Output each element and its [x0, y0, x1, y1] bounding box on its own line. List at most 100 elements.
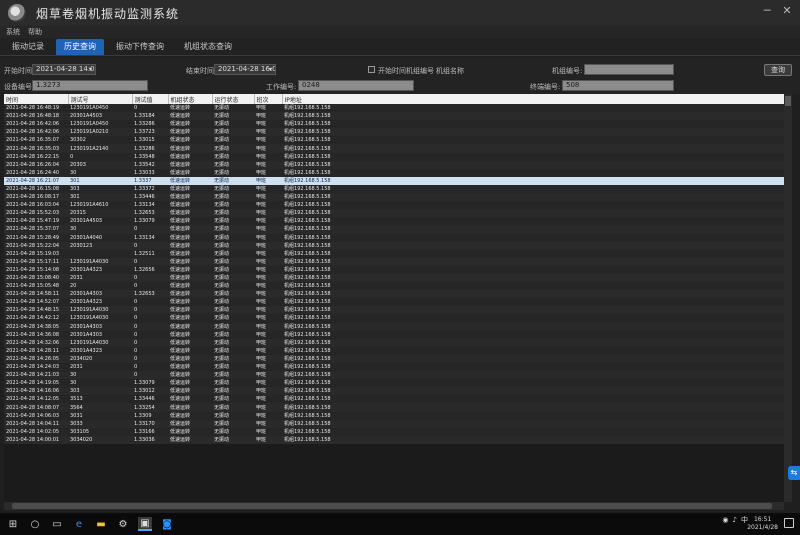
- menu-item-system[interactable]: 系统: [6, 27, 20, 37]
- table-row[interactable]: 2021-04-28 14:02:05 303105 1.33166 低速运转 无振动 甲…: [4, 427, 784, 436]
- scroll-thumb[interactable]: [12, 503, 772, 509]
- table-row[interactable]: 2021-04-28 16:26:04 20303 1.33542 低速运转 无振动 甲班…: [4, 160, 784, 169]
- table-row[interactable]: 2021-04-28 14:52:07 20301A4323 0 低速运转 无振动 甲班 机…: [4, 298, 784, 307]
- table-row[interactable]: 2021-04-28 16:21:07 301 1.3337 低速运转 无振动 甲班 机组1…: [4, 176, 784, 185]
- table-cell: 甲班: [256, 412, 267, 419]
- notification-icon[interactable]: [784, 518, 794, 528]
- tab-vibration-download[interactable]: 振动下传查询: [108, 39, 172, 55]
- search-icon[interactable]: ○: [28, 517, 42, 531]
- table-cell: 低速运转: [170, 121, 191, 128]
- table-row[interactable]: 2021-04-28 14:04:11 3033 1.33170 低速运转 无振动 甲班 机…: [4, 419, 784, 428]
- minimize-icon[interactable]: ─: [760, 4, 774, 17]
- windows-start-icon[interactable]: ⊞: [6, 517, 20, 531]
- table-row[interactable]: 2021-04-28 14:16:06 303 1.33012 低速运转 无振动 甲班 机组…: [4, 387, 784, 396]
- settings-gear-icon[interactable]: ⚙: [116, 517, 130, 531]
- column-header-test-no[interactable]: 测试号: [68, 94, 133, 104]
- tab-vibration-record[interactable]: 振动记录: [4, 39, 52, 55]
- device-number-input[interactable]: 1.3273: [32, 80, 148, 91]
- table-cell: 甲班: [256, 161, 267, 168]
- scroll-thumb[interactable]: [785, 96, 791, 106]
- start-time-picker[interactable]: 2021-04-28 14:00 ▾: [32, 64, 96, 75]
- table-row[interactable]: 2021-04-28 16:15:08 303 1.33372 低速运转 无振动 甲班 机组…: [4, 184, 784, 194]
- column-header-time[interactable]: 时间: [4, 94, 69, 104]
- edge-browser-icon[interactable]: e: [72, 517, 86, 531]
- table-row[interactable]: 2021-04-28 15:17:11 1230191A4030 0 低速运转 无振动 甲…: [4, 257, 784, 266]
- table-row[interactable]: 2021-04-28 16:48:18 20301A4503 1.33184 低速运转…: [4, 112, 784, 121]
- table-row[interactable]: 2021-04-28 14:00:01 3034020 1.33036 低速运转 无振动…: [4, 435, 784, 444]
- worker-number-input[interactable]: 0248: [298, 80, 414, 91]
- file-explorer-icon[interactable]: ▬: [94, 517, 108, 531]
- table-row[interactable]: 2021-04-28 14:19:05 30 1.33079 低速运转 无振动 甲班 机组1…: [4, 379, 784, 388]
- table-row[interactable]: 2021-04-28 14:26:05 2034020 0 低速运转 无振动 甲班 机组19…: [4, 354, 784, 363]
- table-row[interactable]: 2021-04-28 14:21:03 30 0 低速运转 无振动 甲班 机组192.168…: [4, 371, 784, 380]
- table-cell: 1230191A0210: [70, 129, 109, 136]
- tab-history-query[interactable]: 历史查询: [56, 39, 104, 55]
- table-row[interactable]: 2021-04-28 15:52:03 20315 1.32653 低速运转 无振动 甲班…: [4, 209, 784, 218]
- tray-network-icon[interactable]: ◉: [722, 516, 728, 524]
- table-cell: 303: [70, 185, 80, 192]
- table-cell: 1.33033: [134, 169, 155, 176]
- table-cell: 机组192.168.5.158: [284, 161, 331, 168]
- table-row[interactable]: 2021-04-28 15:22:04 2030123 0 低速运转 无振动 甲班 机组19…: [4, 241, 784, 250]
- unit-number-input[interactable]: [584, 64, 674, 75]
- table-row[interactable]: 2021-04-28 16:35:03 1230191A2140 1.33286 低速…: [4, 144, 784, 153]
- table-row[interactable]: 2021-04-28 16:24:40 30 1.33033 低速运转 无振动 甲班 机组1…: [4, 168, 784, 177]
- table-row[interactable]: 2021-04-28 16:42:06 1230191A0450 1.33286 低速…: [4, 120, 784, 129]
- tab-unit-status[interactable]: 机组状态查询: [176, 39, 240, 55]
- table-cell: 机组192.168.5.158: [284, 210, 331, 217]
- table-cell: 无振动: [214, 202, 230, 209]
- table-row[interactable]: 2021-04-28 14:12:05 3513 1.33446 低速运转 无振动 甲班 机…: [4, 395, 784, 404]
- menu-item-help[interactable]: 帮助: [28, 27, 42, 37]
- table-row[interactable]: 2021-04-28 14:24:03 2031 0 低速运转 无振动 甲班 机组192.1…: [4, 363, 784, 372]
- table-row[interactable]: 2021-04-28 15:19:03 1.32511 低速运转 无振动 甲班 机组192…: [4, 249, 784, 258]
- table-row[interactable]: 2021-04-28 16:48:19 1230191A0450 0 低速运转 无振动 甲…: [4, 104, 784, 113]
- table-cell: 甲班: [256, 355, 267, 362]
- table-cell: 2021-04-28 14:12:05: [6, 396, 60, 403]
- start-time-checkbox[interactable]: [368, 66, 375, 73]
- table-cell: 0: [134, 275, 138, 282]
- table-cell: 1.32653: [134, 291, 155, 298]
- table-row[interactable]: 2021-04-28 14:28:11 20301A4323 0 低速运转 无振动 甲班 机…: [4, 346, 784, 355]
- column-header-unit-status[interactable]: 机组状态: [168, 94, 213, 104]
- table-row[interactable]: 2021-04-28 15:08:40 2031 0 低速运转 无振动 甲班 机组192.1…: [4, 273, 784, 283]
- table-row[interactable]: 2021-04-28 16:35:07 30302 1.33015 低速运转 无振动 甲班…: [4, 136, 784, 145]
- table-row[interactable]: 2021-04-28 14:58:11 20301A4303 1.32653 低速运转…: [4, 290, 784, 299]
- taskbar-clock[interactable]: 16:51 2021/4/28: [747, 516, 778, 532]
- column-header-shift[interactable]: 班次: [254, 94, 283, 104]
- table-row[interactable]: 2021-04-28 15:47:19 20301A4503 1.33079 低速运转…: [4, 217, 784, 226]
- query-button[interactable]: 查询: [764, 64, 792, 76]
- table-row[interactable]: 2021-04-28 16:03:04 1230191A4610 1.33134 低速…: [4, 201, 784, 210]
- terminal-number-input[interactable]: 508: [562, 80, 674, 91]
- monitoring-app-icon[interactable]: ▣: [138, 517, 152, 531]
- table-cell: 甲班: [256, 218, 267, 225]
- table-row[interactable]: 2021-04-28 14:06:03 3031 1.3309 低速运转 无振动 甲班 机组…: [4, 411, 784, 420]
- close-icon[interactable]: ✕: [780, 4, 794, 17]
- task-view-icon[interactable]: ▭: [50, 517, 64, 531]
- end-time-picker[interactable]: 2021-04-28 16:00 ▾: [214, 64, 276, 75]
- vertical-scrollbar[interactable]: [784, 94, 792, 502]
- table-row[interactable]: 2021-04-28 14:38:05 20301A4303 0 低速运转 无振动 甲班 机…: [4, 322, 784, 331]
- table-cell: 1.33286: [134, 121, 155, 128]
- table-row[interactable]: 2021-04-28 15:37:07 30 0 低速运转 无振动 甲班 机组192.168…: [4, 225, 784, 234]
- table-row[interactable]: 2021-04-28 14:42:12 1230191A4030 0 低速运转 无振动 甲…: [4, 314, 784, 323]
- table-row[interactable]: 2021-04-28 14:36:08 20301A4303 0 低速运转 无振动 甲班 机…: [4, 330, 784, 339]
- table-row[interactable]: 2021-04-28 16:08:17 301 1.33446 低速运转 无振动 甲班 机组…: [4, 193, 784, 202]
- column-header-test-value[interactable]: 测试值: [132, 94, 169, 104]
- table-row[interactable]: 2021-04-28 15:28:49 20301A4040 1.33134 低速运转…: [4, 233, 784, 242]
- table-row[interactable]: 2021-04-28 14:08:07 3564 1.33254 低速运转 无振动 甲班 机…: [4, 403, 784, 412]
- table-cell: 1.33015: [134, 137, 155, 144]
- column-header-ip[interactable]: IP地址: [282, 94, 784, 104]
- side-toggle-button[interactable]: ⇆: [788, 466, 800, 480]
- horizontal-scrollbar[interactable]: [4, 502, 784, 510]
- table-row[interactable]: 2021-04-28 16:42:06 1230191A0210 1.33723 低速…: [4, 128, 784, 137]
- table-cell: 机组192.168.5.158: [284, 388, 331, 395]
- table-cell: 机组192.168.5.158: [284, 355, 331, 362]
- table-row[interactable]: 2021-04-28 15:14:08 20301A4323 1.32656 低速运转…: [4, 265, 784, 274]
- table-row[interactable]: 2021-04-28 16:22:15 0 1.33548 低速运转 无振动 甲班 机组19…: [4, 152, 784, 161]
- column-header-run-status[interactable]: 运行状态: [212, 94, 255, 104]
- tray-volume-icon[interactable]: ♪: [733, 516, 737, 524]
- table-row[interactable]: 2021-04-28 14:32:06 1230191A4030 0 低速运转 无振动 甲…: [4, 338, 784, 347]
- table-row[interactable]: 2021-04-28 15:05:48 20 0 低速运转 无振动 甲班 机组192.168…: [4, 282, 784, 291]
- table-row[interactable]: 2021-04-28 14:48:15 1230191A4030 0 低速运转 无振动 甲…: [4, 306, 784, 315]
- blue-app-icon[interactable]: ◙: [160, 517, 174, 531]
